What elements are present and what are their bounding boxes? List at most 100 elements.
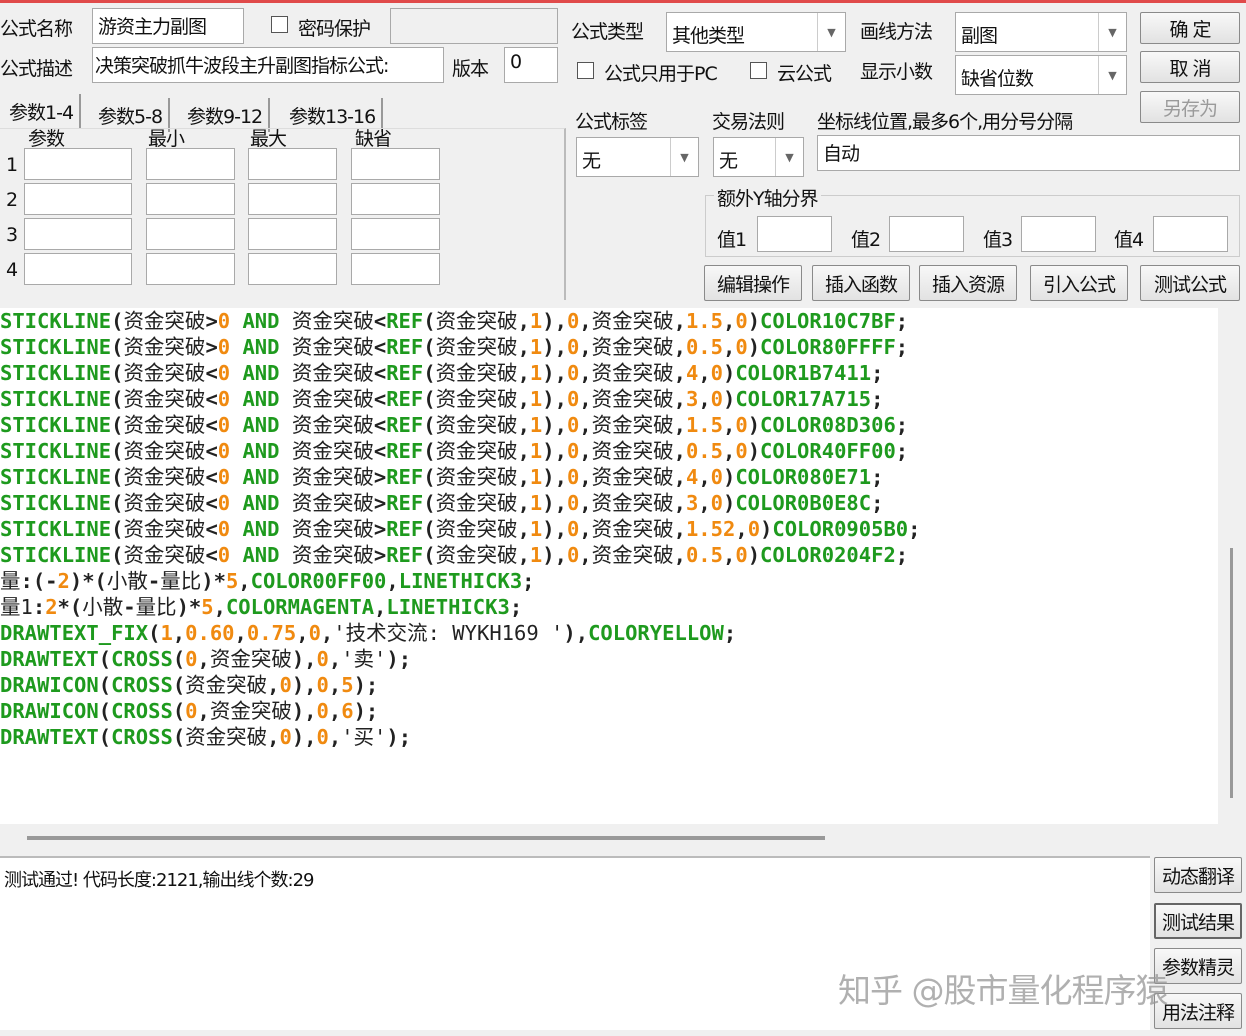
- code-line: STICKLINE(资金突破<0 AND 资金突破>REF(资金突破,1),0,…: [0, 491, 884, 515]
- param-name-input[interactable]: [24, 148, 132, 180]
- name-input[interactable]: 游资主力副图: [92, 8, 244, 44]
- axis-label: 坐标线位置,最多6个,用分号分隔: [817, 111, 1073, 133]
- param-default-input[interactable]: [351, 253, 440, 285]
- code-line: STICKLINE(资金突破<0 AND 资金突破>REF(资金突破,1),0,…: [0, 465, 884, 489]
- password-checkbox[interactable]: [271, 16, 288, 33]
- code-line: DRAWTEXT_FIX(1,0.60,0.75,0,'技术交流: WYKH16…: [0, 621, 737, 645]
- version-input[interactable]: 0: [504, 47, 558, 83]
- code-line: DRAWTEXT(CROSS(资金突破,0),0,'买');: [0, 725, 412, 749]
- insert-resource-button[interactable]: 插入资源: [919, 265, 1017, 301]
- tag-select[interactable]: 无 ▼: [576, 137, 699, 177]
- chevron-down-icon[interactable]: ▼: [1098, 13, 1126, 51]
- test-result-button[interactable]: 测试结果: [1154, 903, 1242, 939]
- scrollbar-thumb[interactable]: [27, 836, 825, 840]
- type-select[interactable]: 其他类型 ▼: [666, 12, 846, 52]
- tag-value: 无: [582, 150, 601, 172]
- param-default-input[interactable]: [351, 183, 440, 215]
- save-as-button[interactable]: 另存为: [1140, 91, 1240, 123]
- insert-function-button[interactable]: 插入函数: [812, 265, 910, 301]
- yval2-input[interactable]: [889, 216, 964, 252]
- chevron-down-icon[interactable]: ▼: [670, 138, 698, 176]
- param-max-input[interactable]: [248, 183, 337, 215]
- code-line: DRAWTEXT(CROSS(0,资金突破),0,'卖');: [0, 647, 412, 671]
- param-header-name: 参数: [28, 128, 65, 150]
- param-header-min: 最小: [148, 128, 185, 150]
- code-line: STICKLINE(资金突破>0 AND 资金突破<REF(资金突破,1),0,…: [0, 335, 909, 359]
- code-line: STICKLINE(资金突破<0 AND 资金突破<REF(资金突破,1),0,…: [0, 361, 884, 385]
- draw-value: 副图: [961, 25, 998, 47]
- code-line: 量1:2*(小散-量比)*5,COLORMAGENTA,LINETHICK3;: [0, 595, 523, 619]
- horizontal-scrollbar[interactable]: [0, 826, 1246, 850]
- code-editor[interactable]: STICKLINE(资金突破>0 AND 资金突破<REF(资金突破,1),0,…: [0, 308, 1218, 824]
- yval4-input[interactable]: [1153, 216, 1228, 252]
- param-min-input[interactable]: [146, 253, 235, 285]
- watermark: 知乎 @股市量化程序猿: [838, 971, 1168, 1010]
- edit-button[interactable]: 编辑操作: [704, 265, 802, 301]
- trade-value: 无: [719, 150, 738, 172]
- desc-input[interactable]: 决策突破抓牛波段主升副图指标公式:: [92, 47, 444, 83]
- tab-params-1-4[interactable]: 参数1-4: [3, 94, 82, 128]
- test-formula-button[interactable]: 测试公式: [1140, 265, 1240, 301]
- tag-label: 公式标签: [575, 111, 648, 133]
- code-line: 量:(-2)*(小散-量比)*5,COLOR00FF00,LINETHICK3;: [0, 569, 535, 593]
- ok-button[interactable]: 确 定: [1140, 12, 1240, 44]
- dynamic-translate-button[interactable]: 动态翻译: [1154, 857, 1242, 893]
- param-max-input[interactable]: [248, 218, 337, 250]
- code-line: STICKLINE(资金突破<0 AND 资金突破>REF(资金突破,1),0,…: [0, 543, 909, 567]
- code-line: STICKLINE(资金突破<0 AND 资金突破<REF(资金突破,1),0,…: [0, 387, 884, 411]
- param-min-input[interactable]: [146, 218, 235, 250]
- password-input[interactable]: [390, 8, 558, 44]
- cloud-label: 云公式: [777, 63, 832, 85]
- decimal-value: 缺省位数: [961, 68, 1034, 90]
- param-row-number: 1: [6, 154, 18, 176]
- draw-select[interactable]: 副图 ▼: [955, 12, 1127, 52]
- param-max-input[interactable]: [248, 148, 337, 180]
- version-label: 版本: [452, 58, 489, 80]
- param-min-input[interactable]: [146, 183, 235, 215]
- chevron-down-icon[interactable]: ▼: [817, 13, 845, 51]
- param-name-input[interactable]: [24, 253, 132, 285]
- decimal-select[interactable]: 缺省位数 ▼: [955, 55, 1127, 95]
- param-header-max: 最大: [250, 128, 287, 150]
- scrollbar-thumb[interactable]: [1230, 548, 1233, 798]
- yval3-label: 值3: [983, 229, 1013, 251]
- code-line: STICKLINE(资金突破>0 AND 资金突破<REF(资金突破,1),0,…: [0, 309, 909, 333]
- pc-only-checkbox[interactable]: [577, 62, 594, 79]
- axis-input[interactable]: 自动: [817, 135, 1240, 171]
- yval1-input[interactable]: [757, 216, 832, 252]
- yval1-label: 值1: [717, 229, 747, 251]
- pc-only-label: 公式只用于PC: [604, 63, 718, 85]
- draw-label: 画线方法: [860, 21, 933, 43]
- param-header-default: 缺省: [355, 128, 392, 150]
- cloud-checkbox[interactable]: [750, 62, 767, 79]
- code-line: DRAWICON(CROSS(0,资金突破),0,6);: [0, 699, 379, 723]
- param-row-number: 4: [6, 259, 18, 281]
- name-label: 公式名称: [0, 18, 73, 40]
- code-line: STICKLINE(资金突破<0 AND 资金突破>REF(资金突破,1),0,…: [0, 517, 921, 541]
- type-label: 公式类型: [571, 21, 644, 43]
- code-line: STICKLINE(资金突破<0 AND 资金突破<REF(资金突破,1),0,…: [0, 439, 909, 463]
- chevron-down-icon[interactable]: ▼: [1098, 56, 1126, 94]
- trade-select[interactable]: 无 ▼: [713, 137, 804, 177]
- trade-label: 交易法则: [712, 111, 785, 133]
- chevron-down-icon[interactable]: ▼: [775, 138, 803, 176]
- window-top-border: [0, 0, 1246, 3]
- type-value: 其他类型: [672, 25, 745, 47]
- yval2-label: 值2: [851, 229, 881, 251]
- param-min-input[interactable]: [146, 148, 235, 180]
- status-text: 测试通过! 代码长度:2121,输出线个数:29: [4, 870, 314, 891]
- param-max-input[interactable]: [248, 253, 337, 285]
- param-default-input[interactable]: [351, 218, 440, 250]
- desc-label: 公式描述: [0, 58, 73, 80]
- import-formula-button[interactable]: 引入公式: [1030, 265, 1128, 301]
- yval3-input[interactable]: [1021, 216, 1096, 252]
- code-line: STICKLINE(资金突破<0 AND 资金突破<REF(资金突破,1),0,…: [0, 413, 909, 437]
- param-row-number: 3: [6, 224, 18, 246]
- vertical-scrollbar[interactable]: [1218, 308, 1246, 824]
- param-row-number: 2: [6, 189, 18, 211]
- param-name-input[interactable]: [24, 218, 132, 250]
- cancel-button[interactable]: 取 消: [1140, 51, 1240, 83]
- param-default-input[interactable]: [351, 148, 440, 180]
- param-name-input[interactable]: [24, 183, 132, 215]
- decimal-label: 显示小数: [860, 61, 933, 83]
